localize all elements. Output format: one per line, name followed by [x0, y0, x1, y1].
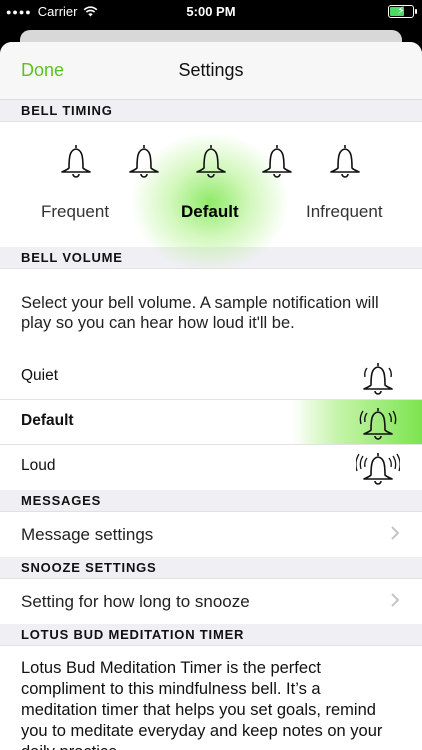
bell-timing-selector[interactable]: Frequent Default Infrequent [0, 122, 422, 272]
timing-bells [0, 122, 422, 182]
timing-infrequent-label[interactable]: Infrequent [306, 202, 383, 222]
navigation-bar: Done Settings [0, 42, 422, 100]
volume-option-label: Default [21, 412, 74, 429]
bell-icon[interactable] [193, 142, 229, 182]
bell-icon[interactable] [58, 142, 94, 182]
timing-frequent-label[interactable]: Frequent [41, 202, 109, 222]
bell-ringing-loud-icon [356, 453, 400, 485]
chevron-right-icon [391, 526, 399, 540]
snooze-settings-label: Setting for how long to snooze [21, 592, 250, 611]
bell-icon[interactable] [327, 142, 363, 182]
bell-ringing-quiet-icon [363, 363, 393, 395]
snooze-settings-row[interactable]: Setting for how long to snooze [0, 579, 422, 624]
section-header-messages: MESSAGES [0, 490, 422, 512]
done-button[interactable]: Done [21, 60, 64, 81]
volume-option-default[interactable]: Default [0, 400, 422, 445]
volume-option-label: Loud [21, 457, 56, 474]
bell-icon[interactable] [259, 142, 295, 182]
chevron-right-icon [391, 593, 399, 607]
lotus-bud-description: Lotus Bud Meditation Timer is the perfec… [21, 659, 383, 750]
message-settings-label: Message settings [21, 525, 154, 544]
status-bar: ●●●● Carrier 5:00 PM ⚡ [0, 0, 422, 24]
volume-option-quiet[interactable]: Quiet [0, 355, 422, 400]
bell-icon[interactable] [126, 142, 162, 182]
volume-option-loud[interactable]: Loud [0, 445, 422, 490]
volume-option-label: Quiet [21, 367, 59, 384]
section-header-lotus-bud: LOTUS BUD MEDITATION TIMER [0, 624, 422, 646]
volume-description: Select your bell volume. A sample notifi… [21, 294, 379, 332]
timing-default-label[interactable]: Default [181, 202, 239, 222]
settings-sheet: Done Settings BELL TIMING Frequent Defau… [0, 42, 422, 750]
bell-ringing-default-icon [359, 408, 397, 440]
section-header-bell-timing: BELL TIMING [0, 100, 422, 122]
section-header-snooze: SNOOZE SETTINGS [0, 557, 422, 579]
message-settings-row[interactable]: Message settings [0, 512, 422, 557]
status-time: 5:00 PM [186, 4, 236, 19]
battery-icon: ⚡ [388, 5, 417, 18]
